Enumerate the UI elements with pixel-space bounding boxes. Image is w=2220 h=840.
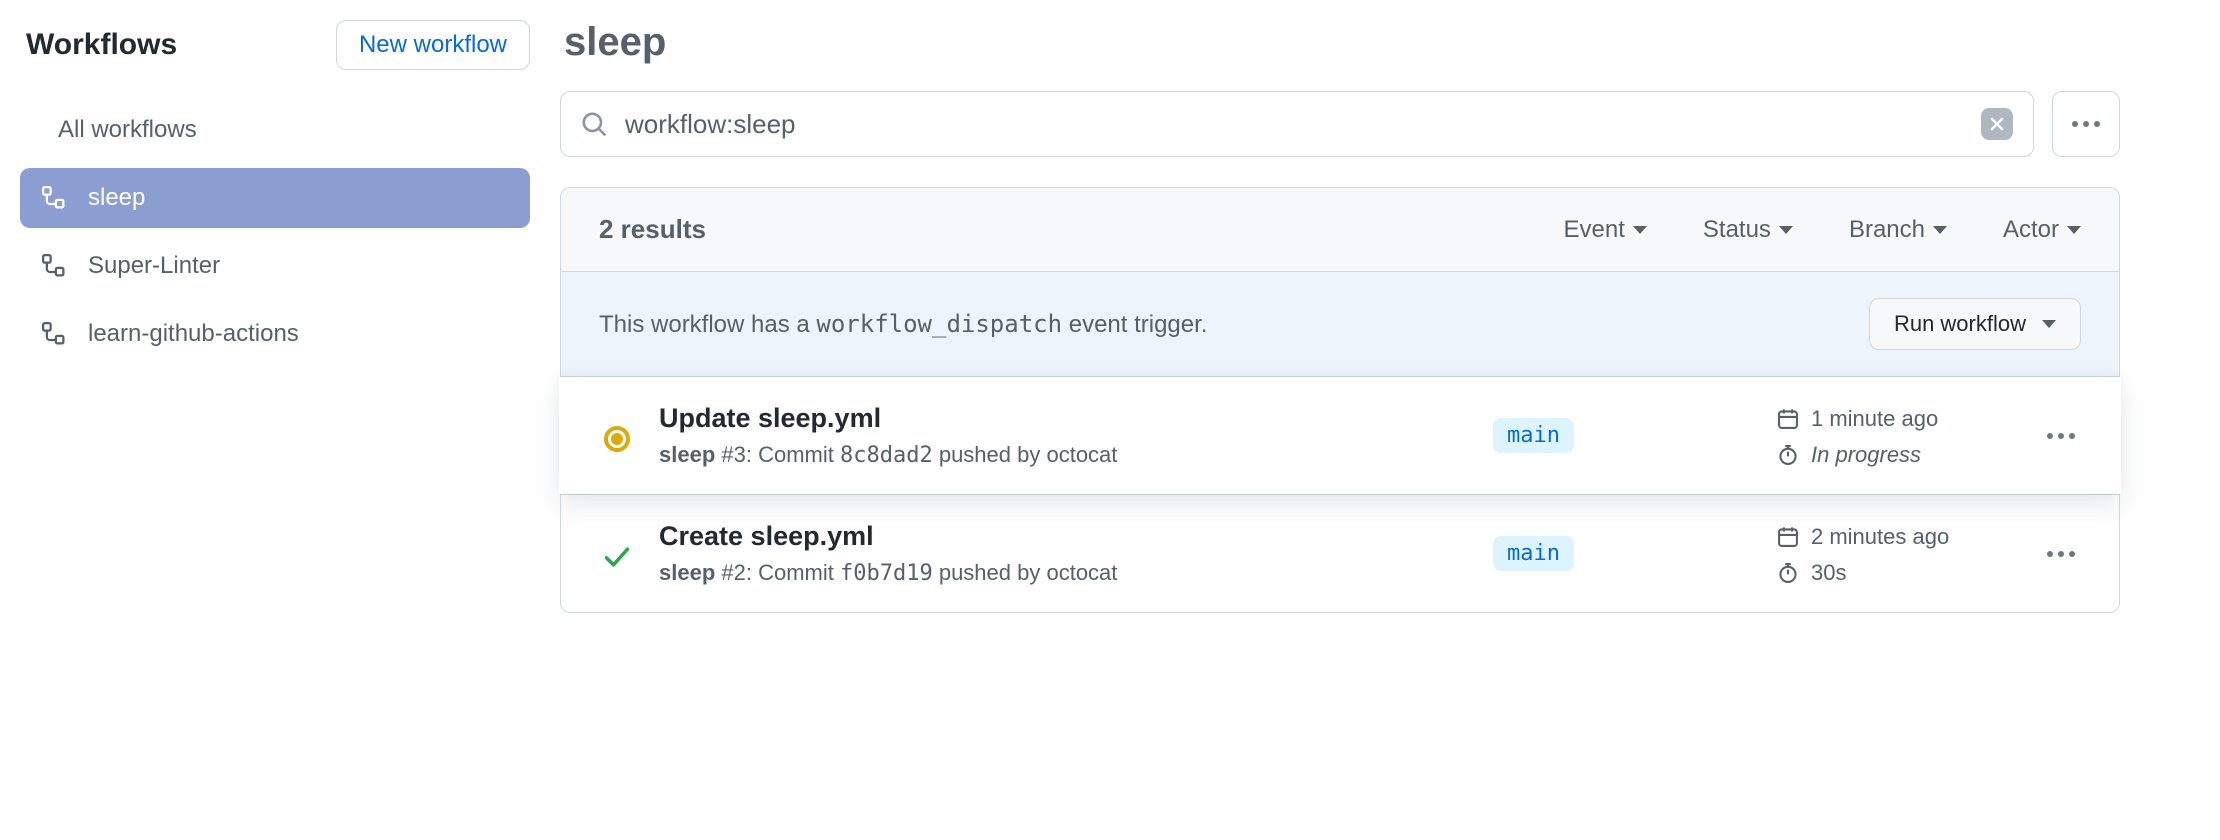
dispatch-prefix: This workflow has a [599, 311, 816, 338]
run-duration: 30s [1777, 560, 2017, 586]
filter-label: Status [1703, 216, 1771, 244]
branch-col: main [1493, 536, 1753, 571]
run-sub-prefix: : Commit [746, 442, 840, 467]
run-sub-prefix: : Commit [746, 560, 840, 585]
sidebar-item-label: learn-github-actions [88, 320, 299, 348]
status-success-icon [603, 543, 631, 571]
run-time-text: 1 minute ago [1811, 406, 1938, 432]
results-header: 2 results Event Status Branch Actor [561, 188, 2119, 272]
run-more-button[interactable] [2041, 551, 2081, 557]
stopwatch-icon [1777, 444, 1799, 466]
sidebar-header: Workflows New workflow [20, 20, 530, 70]
chevron-down-icon [1633, 226, 1647, 234]
close-icon [1989, 116, 2005, 132]
sidebar-item-all-workflows[interactable]: All workflows [20, 100, 530, 160]
run-duration-text: 30s [1811, 560, 1846, 586]
run-commit: f0b7d19 [840, 561, 933, 586]
run-subtitle: sleep #2: Commit f0b7d19 pushed by octoc… [659, 560, 1469, 586]
results-count: 2 results [599, 214, 706, 245]
workflow-icon [42, 322, 66, 346]
results-panel: 2 results Event Status Branch Actor [560, 187, 2120, 613]
chevron-down-icon [1933, 226, 1947, 234]
status-col [599, 420, 635, 452]
page-title: sleep [560, 20, 2120, 65]
dispatch-suffix: event trigger. [1062, 311, 1207, 338]
status-in-progress-icon [604, 426, 630, 452]
chevron-down-icon [1779, 226, 1793, 234]
branch-col: main [1493, 418, 1753, 453]
workflow-icon [42, 186, 66, 210]
kebab-icon [2047, 551, 2075, 557]
sidebar-item-learn-github-actions[interactable]: learn-github-actions [20, 304, 530, 364]
run-duration: In progress [1777, 442, 2017, 468]
calendar-icon [1777, 526, 1799, 548]
kebab-icon [2072, 121, 2100, 127]
filter-label: Actor [2003, 216, 2059, 244]
clear-search-button[interactable] [1981, 108, 2013, 140]
run-title-col: Create sleep.yml sleep #2: Commit f0b7d1… [659, 521, 1469, 586]
workflows-sidebar: Workflows New workflow All workflows sle… [20, 20, 560, 820]
filter-event[interactable]: Event [1564, 216, 1647, 244]
search-input[interactable] [625, 109, 1963, 140]
workflow-dispatch-bar: This workflow has a workflow_dispatch ev… [561, 272, 2119, 377]
run-actor: octocat [1046, 560, 1117, 585]
workflow-run-row[interactable]: Create sleep.yml sleep #2: Commit f0b7d1… [561, 494, 2119, 612]
run-number: #2 [721, 560, 745, 585]
branch-pill[interactable]: main [1493, 536, 1574, 571]
sidebar-item-label: All workflows [58, 116, 197, 144]
new-workflow-button[interactable]: New workflow [336, 20, 530, 70]
run-commit: 8c8dad2 [840, 443, 933, 468]
run-title-col: Update sleep.yml sleep #3: Commit 8c8dad… [659, 403, 1469, 468]
run-time-text: 2 minutes ago [1811, 524, 1949, 550]
run-time: 2 minutes ago [1777, 524, 2017, 550]
run-number: #3 [721, 442, 745, 467]
filter-group: Event Status Branch Actor [1564, 216, 2081, 244]
run-workflow-name: sleep [659, 560, 715, 585]
meta-col: 1 minute ago In progress [1777, 404, 2017, 468]
workflow-icon [42, 254, 66, 278]
dispatch-text: This workflow has a workflow_dispatch ev… [599, 310, 1207, 339]
filter-label: Branch [1849, 216, 1925, 244]
search-box[interactable] [560, 91, 2034, 157]
meta-col: 2 minutes ago 30s [1777, 522, 2017, 586]
run-title: Update sleep.yml [659, 403, 1469, 434]
sidebar-item-super-linter[interactable]: Super-Linter [20, 236, 530, 296]
sidebar-item-sleep[interactable]: sleep [20, 168, 530, 228]
run-more-button[interactable] [2041, 433, 2081, 439]
run-duration-text: In progress [1811, 442, 1921, 468]
run-title: Create sleep.yml [659, 521, 1469, 552]
run-time: 1 minute ago [1777, 406, 2017, 432]
main-content: sleep 2 results Event [560, 20, 2120, 820]
search-row [560, 91, 2120, 157]
branch-pill[interactable]: main [1493, 418, 1574, 453]
sidebar-title: Workflows [26, 28, 177, 62]
run-sub-mid: pushed by [933, 442, 1047, 467]
run-workflow-name: sleep [659, 442, 715, 467]
run-workflow-label: Run workflow [1894, 311, 2026, 337]
search-icon [581, 111, 607, 137]
stopwatch-icon [1777, 562, 1799, 584]
calendar-icon [1777, 408, 1799, 430]
filter-status[interactable]: Status [1703, 216, 1793, 244]
chevron-down-icon [2042, 320, 2056, 328]
filter-actor[interactable]: Actor [2003, 216, 2081, 244]
filter-label: Event [1564, 216, 1625, 244]
status-col [599, 537, 635, 571]
run-workflow-button[interactable]: Run workflow [1869, 298, 2081, 350]
sidebar-item-label: Super-Linter [88, 252, 220, 280]
dispatch-code: workflow_dispatch [816, 310, 1062, 338]
more-actions-button[interactable] [2052, 91, 2120, 157]
workflow-run-row[interactable]: Update sleep.yml sleep #3: Commit 8c8dad… [559, 377, 2121, 494]
run-actor: octocat [1046, 442, 1117, 467]
run-subtitle: sleep #3: Commit 8c8dad2 pushed by octoc… [659, 442, 1469, 468]
sidebar-item-label: sleep [88, 184, 145, 212]
run-sub-mid: pushed by [933, 560, 1047, 585]
kebab-icon [2047, 433, 2075, 439]
filter-branch[interactable]: Branch [1849, 216, 1947, 244]
chevron-down-icon [2067, 226, 2081, 234]
